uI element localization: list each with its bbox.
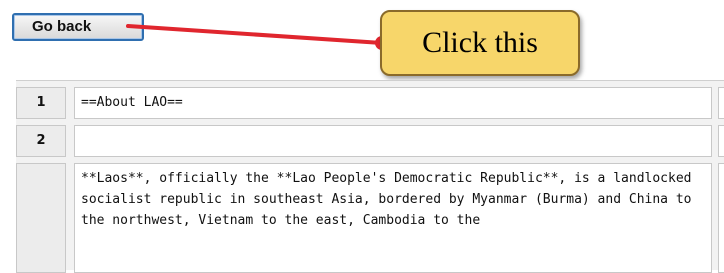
cell-edge <box>718 163 724 273</box>
go-back-button[interactable]: Go back <box>12 13 144 41</box>
line-number: 2 <box>16 125 66 157</box>
cell-edge <box>718 125 724 157</box>
line-text[interactable]: ==About LAO== <box>74 87 712 119</box>
line-text[interactable]: **Laos**, officially the **Lao People's … <box>74 163 712 273</box>
line-text[interactable] <box>74 125 712 157</box>
click-this-callout: Click this <box>380 10 580 76</box>
table-row: 2 <box>16 125 724 157</box>
arrow-line <box>126 24 384 45</box>
cell-edge <box>718 87 724 119</box>
table-row: **Laos**, officially the **Lao People's … <box>16 163 724 273</box>
callout-text: Click this <box>422 26 538 59</box>
wiki-source-table: 1 ==About LAO== 2 **Laos**, officially t… <box>16 80 724 273</box>
line-number <box>16 163 66 273</box>
table-row: 1 ==About LAO== <box>16 87 724 119</box>
line-number: 1 <box>16 87 66 119</box>
